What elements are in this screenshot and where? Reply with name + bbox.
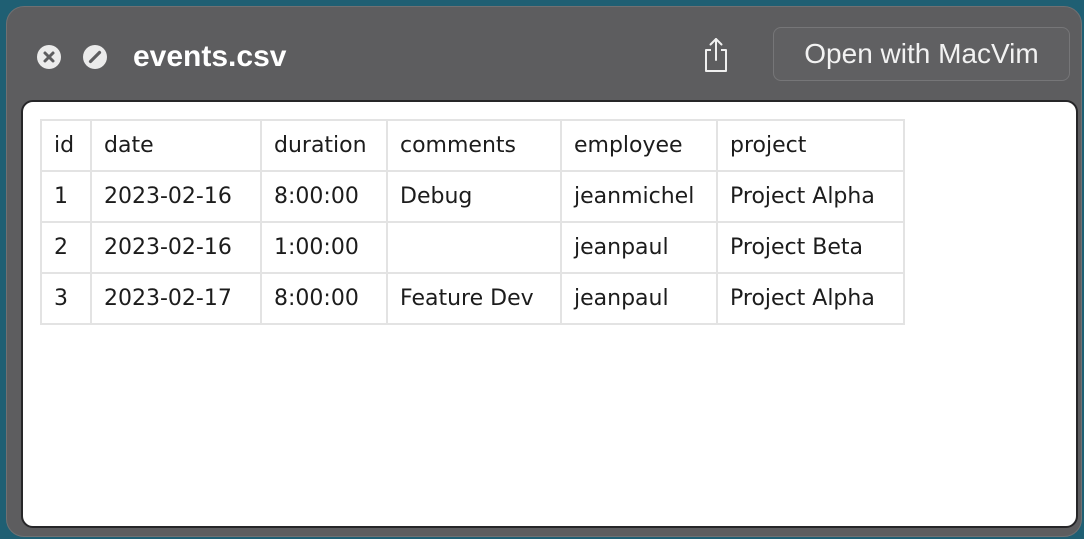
titlebar: events.csv Open with MacVim xyxy=(7,7,1081,99)
header-cell-project: project xyxy=(716,119,905,172)
fullscreen-icon xyxy=(88,50,102,64)
header-cell-duration: duration xyxy=(260,119,388,172)
share-icon xyxy=(705,38,727,72)
table-cell: Project Alpha xyxy=(716,170,905,223)
quicklook-window: events.csv Open with MacVim id date dura… xyxy=(6,6,1082,537)
table-cell: 2023-02-16 xyxy=(90,221,262,274)
csv-table: id date duration comments employee proje… xyxy=(40,119,905,325)
table-cell: 1 xyxy=(40,170,92,223)
window-title: events.csv xyxy=(133,40,287,73)
table-cell: Project Beta xyxy=(716,221,905,274)
fullscreen-button[interactable] xyxy=(83,45,107,69)
table-cell: Feature Dev xyxy=(386,272,562,325)
header-cell-employee: employee xyxy=(560,119,718,172)
table-row: 3 2023-02-17 8:00:00 Feature Dev jeanpau… xyxy=(40,272,905,325)
table-cell: 2 xyxy=(40,221,92,274)
table-header-row: id date duration comments employee proje… xyxy=(40,119,905,172)
table-cell: 2023-02-17 xyxy=(90,272,262,325)
table-row: 2 2023-02-16 1:00:00 jeanpaul Project Be… xyxy=(40,221,905,274)
header-cell-comments: comments xyxy=(386,119,562,172)
table-row: 1 2023-02-16 8:00:00 Debug jeanmichel Pr… xyxy=(40,170,905,223)
close-button[interactable] xyxy=(37,45,61,69)
share-button[interactable] xyxy=(701,33,731,77)
table-cell: Project Alpha xyxy=(716,272,905,325)
header-cell-id: id xyxy=(40,119,92,172)
table-cell: jeanmichel xyxy=(560,170,718,223)
table-cell: 2023-02-16 xyxy=(90,170,262,223)
header-cell-date: date xyxy=(90,119,262,172)
table-cell: 8:00:00 xyxy=(260,170,388,223)
table-cell: 8:00:00 xyxy=(260,272,388,325)
open-with-macvim-button[interactable]: Open with MacVim xyxy=(773,27,1070,81)
table-cell: jeanpaul xyxy=(560,221,718,274)
table-cell: 1:00:00 xyxy=(260,221,388,274)
table-cell: jeanpaul xyxy=(560,272,718,325)
table-cell xyxy=(386,221,562,274)
table-cell: Debug xyxy=(386,170,562,223)
table-cell: 3 xyxy=(40,272,92,325)
csv-preview: id date duration comments employee proje… xyxy=(21,100,1078,528)
close-icon xyxy=(43,51,55,63)
